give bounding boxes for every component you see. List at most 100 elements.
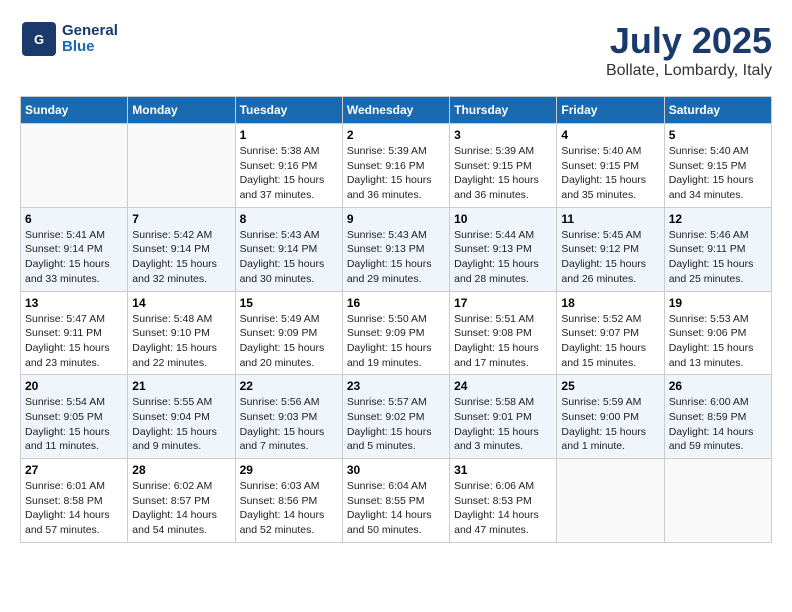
day-number: 23 — [347, 379, 445, 393]
day-info: Sunrise: 5:57 AM Sunset: 9:02 PM Dayligh… — [347, 395, 445, 454]
day-number: 18 — [561, 296, 659, 310]
logo-general: General — [62, 23, 118, 40]
calendar-cell — [557, 459, 664, 543]
calendar-cell: 2 Sunrise: 5:39 AM Sunset: 9:16 PM Daylig… — [342, 124, 449, 208]
calendar-cell: 17 Sunrise: 5:51 AM Sunset: 9:08 PM Dayli… — [450, 291, 557, 375]
day-number: 26 — [669, 379, 767, 393]
logo: G General Blue — [20, 20, 118, 58]
day-info: Sunrise: 5:55 AM Sunset: 9:04 PM Dayligh… — [132, 395, 230, 454]
calendar-cell: 8 Sunrise: 5:43 AM Sunset: 9:14 PM Daylig… — [235, 207, 342, 291]
calendar-cell: 24 Sunrise: 5:58 AM Sunset: 9:01 PM Dayli… — [450, 375, 557, 459]
calendar-cell — [21, 124, 128, 208]
calendar-cell: 21 Sunrise: 5:55 AM Sunset: 9:04 PM Dayli… — [128, 375, 235, 459]
day-number: 10 — [454, 212, 552, 226]
location-subtitle: Bollate, Lombardy, Italy — [606, 62, 772, 80]
calendar-cell: 27Sunrise: 6:01 AM Sunset: 8:58 PM Dayli… — [21, 459, 128, 543]
day-info: Sunrise: 5:48 AM Sunset: 9:10 PM Dayligh… — [132, 312, 230, 371]
calendar-cell — [664, 459, 771, 543]
day-number: 25 — [561, 379, 659, 393]
calendar-cell: 26Sunrise: 6:00 AM Sunset: 8:59 PM Dayli… — [664, 375, 771, 459]
weekday-header-tuesday: Tuesday — [235, 97, 342, 124]
logo-blue: Blue — [62, 39, 118, 56]
calendar-cell: 30 Sunrise: 6:04 AM Sunset: 8:55 PM Dayli… — [342, 459, 449, 543]
calendar-cell: 16Sunrise: 5:50 AM Sunset: 9:09 PM Dayli… — [342, 291, 449, 375]
calendar-table: SundayMondayTuesdayWednesdayThursdayFrid… — [20, 96, 772, 543]
day-number: 16 — [347, 296, 445, 310]
day-info: Sunrise: 5:58 AM Sunset: 9:01 PM Dayligh… — [454, 395, 552, 454]
day-number: 14 — [132, 296, 230, 310]
day-info: Sunrise: 6:06 AM Sunset: 8:53 PM Dayligh… — [454, 479, 552, 538]
day-number: 12 — [669, 212, 767, 226]
day-number: 5 — [669, 128, 767, 142]
weekday-header-thursday: Thursday — [450, 97, 557, 124]
logo-icon: G — [20, 20, 58, 58]
calendar-cell: 5 Sunrise: 5:40 AM Sunset: 9:15 PM Daylig… — [664, 124, 771, 208]
calendar-cell: 28Sunrise: 6:02 AM Sunset: 8:57 PM Dayli… — [128, 459, 235, 543]
day-number: 8 — [240, 212, 338, 226]
calendar-week-row: 6Sunrise: 5:41 AM Sunset: 9:14 PM Daylig… — [21, 207, 772, 291]
weekday-header-sunday: Sunday — [21, 97, 128, 124]
day-number: 15 — [240, 296, 338, 310]
calendar-cell: 3Sunrise: 5:39 AM Sunset: 9:15 PM Daylig… — [450, 124, 557, 208]
page-header: G General Blue July 2025 Bollate, Lombar… — [20, 20, 772, 80]
calendar-cell: 31 Sunrise: 6:06 AM Sunset: 8:53 PM Dayli… — [450, 459, 557, 543]
day-info: Sunrise: 5:40 AM Sunset: 9:15 PM Dayligh… — [669, 144, 767, 203]
calendar-cell: 25 Sunrise: 5:59 AM Sunset: 9:00 PM Dayli… — [557, 375, 664, 459]
day-info: Sunrise: 5:45 AM Sunset: 9:12 PM Dayligh… — [561, 228, 659, 287]
day-info: Sunrise: 5:39 AM Sunset: 9:16 PM Dayligh… — [347, 144, 445, 203]
day-info: Sunrise: 5:47 AM Sunset: 9:11 PM Dayligh… — [25, 312, 123, 371]
day-number: 27 — [25, 463, 123, 477]
calendar-week-row: 1 Sunrise: 5:38 AM Sunset: 9:16 PM Daylig… — [21, 124, 772, 208]
calendar-cell: 29 Sunrise: 6:03 AM Sunset: 8:56 PM Dayli… — [235, 459, 342, 543]
calendar-cell: 9 Sunrise: 5:43 AM Sunset: 9:13 PM Daylig… — [342, 207, 449, 291]
calendar-cell: 6Sunrise: 5:41 AM Sunset: 9:14 PM Daylig… — [21, 207, 128, 291]
day-number: 28 — [132, 463, 230, 477]
day-info: Sunrise: 5:56 AM Sunset: 9:03 PM Dayligh… — [240, 395, 338, 454]
weekday-header-wednesday: Wednesday — [342, 97, 449, 124]
day-number: 21 — [132, 379, 230, 393]
day-info: Sunrise: 6:04 AM Sunset: 8:55 PM Dayligh… — [347, 479, 445, 538]
day-info: Sunrise: 5:49 AM Sunset: 9:09 PM Dayligh… — [240, 312, 338, 371]
calendar-cell: 20 Sunrise: 5:54 AM Sunset: 9:05 PM Dayli… — [21, 375, 128, 459]
day-info: Sunrise: 5:40 AM Sunset: 9:15 PM Dayligh… — [561, 144, 659, 203]
day-number: 13 — [25, 296, 123, 310]
calendar-header-row: SundayMondayTuesdayWednesdayThursdayFrid… — [21, 97, 772, 124]
calendar-cell: 1 Sunrise: 5:38 AM Sunset: 9:16 PM Daylig… — [235, 124, 342, 208]
day-info: Sunrise: 5:43 AM Sunset: 9:14 PM Dayligh… — [240, 228, 338, 287]
day-number: 1 — [240, 128, 338, 142]
calendar-cell: 11 Sunrise: 5:45 AM Sunset: 9:12 PM Dayli… — [557, 207, 664, 291]
weekday-header-friday: Friday — [557, 97, 664, 124]
day-info: Sunrise: 5:54 AM Sunset: 9:05 PM Dayligh… — [25, 395, 123, 454]
day-number: 29 — [240, 463, 338, 477]
calendar-cell: 23 Sunrise: 5:57 AM Sunset: 9:02 PM Dayli… — [342, 375, 449, 459]
title-block: July 2025 Bollate, Lombardy, Italy — [606, 20, 772, 80]
day-number: 20 — [25, 379, 123, 393]
day-number: 31 — [454, 463, 552, 477]
calendar-cell: 22 Sunrise: 5:56 AM Sunset: 9:03 PM Dayli… — [235, 375, 342, 459]
calendar-cell: 4Sunrise: 5:40 AM Sunset: 9:15 PM Daylig… — [557, 124, 664, 208]
day-info: Sunrise: 5:51 AM Sunset: 9:08 PM Dayligh… — [454, 312, 552, 371]
day-info: Sunrise: 6:03 AM Sunset: 8:56 PM Dayligh… — [240, 479, 338, 538]
calendar-cell: 15 Sunrise: 5:49 AM Sunset: 9:09 PM Dayli… — [235, 291, 342, 375]
day-number: 22 — [240, 379, 338, 393]
day-info: Sunrise: 5:41 AM Sunset: 9:14 PM Dayligh… — [25, 228, 123, 287]
calendar-week-row: 20 Sunrise: 5:54 AM Sunset: 9:05 PM Dayli… — [21, 375, 772, 459]
day-number: 9 — [347, 212, 445, 226]
svg-text:G: G — [34, 32, 44, 47]
day-info: Sunrise: 5:59 AM Sunset: 9:00 PM Dayligh… — [561, 395, 659, 454]
calendar-week-row: 13 Sunrise: 5:47 AM Sunset: 9:11 PM Dayli… — [21, 291, 772, 375]
day-number: 11 — [561, 212, 659, 226]
day-number: 30 — [347, 463, 445, 477]
calendar-cell: 7Sunrise: 5:42 AM Sunset: 9:14 PM Daylig… — [128, 207, 235, 291]
calendar-cell — [128, 124, 235, 208]
day-number: 3 — [454, 128, 552, 142]
day-number: 24 — [454, 379, 552, 393]
day-info: Sunrise: 5:38 AM Sunset: 9:16 PM Dayligh… — [240, 144, 338, 203]
day-info: Sunrise: 5:52 AM Sunset: 9:07 PM Dayligh… — [561, 312, 659, 371]
calendar-week-row: 27Sunrise: 6:01 AM Sunset: 8:58 PM Dayli… — [21, 459, 772, 543]
weekday-header-saturday: Saturday — [664, 97, 771, 124]
day-number: 7 — [132, 212, 230, 226]
day-number: 17 — [454, 296, 552, 310]
day-number: 2 — [347, 128, 445, 142]
day-info: Sunrise: 5:43 AM Sunset: 9:13 PM Dayligh… — [347, 228, 445, 287]
